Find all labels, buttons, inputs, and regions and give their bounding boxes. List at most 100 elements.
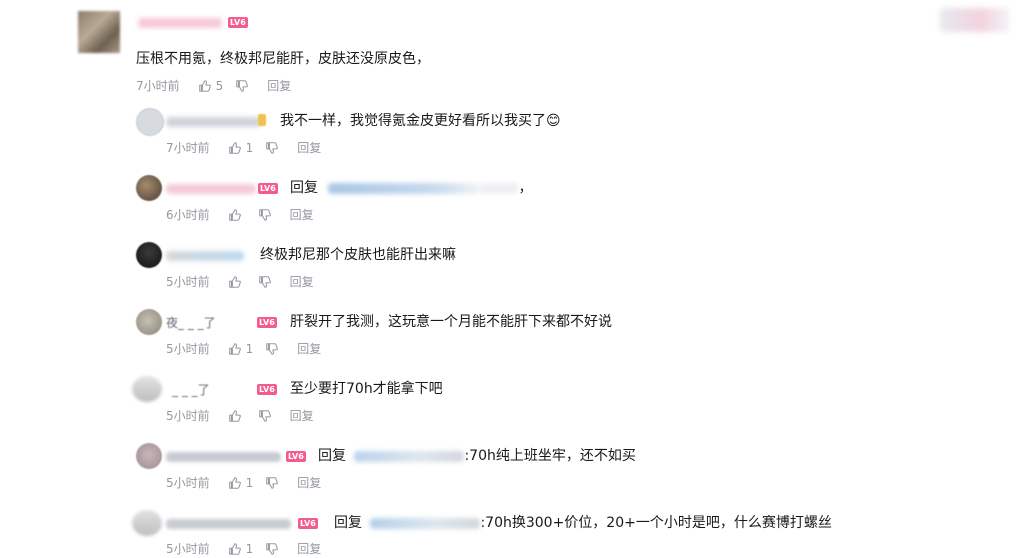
like-button[interactable]: 5 (198, 79, 224, 93)
username-blurred[interactable] (166, 452, 281, 462)
reply-button[interactable]: 回复 (297, 342, 321, 356)
reply-time: 5小时前 (166, 409, 210, 423)
username-blurred[interactable] (166, 117, 261, 127)
like-count: 1 (245, 542, 254, 556)
reply-meta: 5小时前 回复 (166, 275, 314, 289)
dislike-button[interactable] (265, 542, 279, 556)
reply-button[interactable]: 回复 (297, 476, 321, 490)
like-count: 1 (245, 476, 254, 490)
reply-button[interactable]: 回复 (297, 141, 321, 155)
reply-text-content: :70h纯上班坐牢，还不如买 (464, 448, 636, 464)
like-button[interactable]: 1 (228, 141, 254, 155)
level-badge: LV6 (286, 451, 306, 462)
level-badge: LV6 (258, 183, 278, 194)
avatar[interactable] (132, 376, 162, 402)
username[interactable]: _ _ _了 (172, 381, 210, 398)
dislike-button[interactable] (258, 208, 272, 222)
avatar[interactable] (78, 11, 120, 53)
dislike-button[interactable] (235, 79, 249, 93)
reply-prefix: 回复 (318, 448, 346, 464)
like-button[interactable]: 1 (228, 476, 254, 490)
avatar[interactable] (136, 443, 162, 469)
comment-text: 压根不用氪，终极邦尼能肝，皮肤还没原皮色， (136, 51, 430, 67)
reply-text: 肝裂开了我测，这玩意一个月能不能肝下来都不好说 (290, 314, 612, 330)
username-blurred[interactable] (166, 251, 244, 261)
reply-time: 5小时前 (166, 542, 210, 556)
thumbs-up-icon (228, 142, 241, 154)
reply-button[interactable]: 回复 (290, 409, 314, 423)
thumbs-up-icon (228, 276, 241, 288)
thumbs-up-icon (228, 343, 241, 355)
reply-button[interactable]: 回复 (297, 542, 321, 556)
username-blurred[interactable] (138, 18, 222, 28)
thumbs-down-icon (266, 477, 279, 489)
thumbs-up-icon (228, 410, 241, 422)
like-button[interactable] (228, 275, 246, 289)
thumbs-down-icon (258, 276, 271, 288)
reply-text-content: 我不一样，我觉得氪金皮更好看所以我买了 (280, 113, 546, 129)
like-button[interactable]: 1 (228, 342, 254, 356)
like-button[interactable] (228, 409, 246, 423)
reply-meta: 5小时前 回复 (166, 409, 314, 423)
reply-text-content: ， (518, 180, 533, 196)
avatar[interactable] (136, 309, 162, 335)
like-count: 1 (245, 342, 254, 356)
reply-meta: 5小时前 1 回复 (166, 342, 321, 356)
reply-text: 我不一样，我觉得氪金皮更好看所以我买了😊 (280, 112, 561, 130)
comment-meta: 7小时前 5 回复 (136, 79, 291, 93)
username[interactable]: 夜_ _ _了 (166, 314, 216, 331)
avatar[interactable] (136, 108, 164, 136)
dislike-button[interactable] (265, 141, 279, 155)
reply-prefix: 回复 (334, 515, 362, 531)
mention-blurred[interactable] (370, 517, 481, 529)
level-badge: LV6 (257, 317, 277, 328)
avatar[interactable] (136, 242, 162, 268)
like-count: 1 (245, 141, 254, 155)
like-count: 5 (215, 79, 224, 93)
reply-prefix: 回复 (290, 180, 318, 196)
thumbs-down-icon (236, 80, 249, 92)
reply-text: 回复 :70h纯上班坐牢，还不如买 (318, 447, 636, 465)
comment-time: 7小时前 (136, 79, 180, 93)
username-blurred[interactable] (166, 519, 291, 529)
thumbs-down-icon (258, 209, 271, 221)
reply-text: 终极邦尼那个皮肤也能肝出来嘛 (260, 247, 456, 263)
thumbs-down-icon (266, 343, 279, 355)
avatar[interactable] (136, 175, 162, 201)
reply-button[interactable]: 回复 (290, 208, 314, 222)
reply-time: 5小时前 (166, 342, 210, 356)
reply-text: 回复 :70h换300+价位，20+一个小时是吧，什么赛博打螺丝 (334, 514, 832, 532)
like-button[interactable]: 1 (228, 542, 254, 556)
reply-time: 7小时前 (166, 141, 210, 155)
dislike-button[interactable] (265, 342, 279, 356)
mention-blurred-tail (478, 182, 519, 194)
avatar[interactable] (132, 510, 162, 536)
reply-text: 回复 ， (290, 179, 532, 197)
reply-meta: 7小时前 1 回复 (166, 141, 321, 155)
mention-blurred[interactable] (328, 182, 479, 194)
username-blurred[interactable] (166, 184, 256, 194)
reply-button[interactable]: 回复 (267, 79, 291, 93)
thumbs-up-icon (228, 477, 241, 489)
like-button[interactable] (228, 208, 246, 222)
dislike-button[interactable] (258, 409, 272, 423)
thumbs-down-icon (266, 142, 279, 154)
reply-time: 5小时前 (166, 275, 210, 289)
reply-meta: 6小时前 回复 (166, 208, 314, 222)
level-badge: LV6 (228, 17, 248, 28)
dislike-button[interactable] (258, 275, 272, 289)
mention-blurred[interactable] (354, 450, 465, 462)
dislike-button[interactable] (265, 476, 279, 490)
thumbs-down-icon (266, 543, 279, 555)
reply-button[interactable]: 回复 (290, 275, 314, 289)
reply-text: 至少要打70h才能拿下吧 (290, 381, 443, 397)
thumbs-up-icon (198, 80, 211, 92)
blurred-region (940, 8, 1010, 32)
reply-time: 5小时前 (166, 476, 210, 490)
thumbs-up-icon (228, 543, 241, 555)
level-badge: LV6 (298, 518, 318, 529)
reply-meta: 5小时前 1 回复 (166, 476, 321, 490)
reply-time: 6小时前 (166, 208, 210, 222)
thumbs-down-icon (258, 410, 271, 422)
thumbs-up-icon (228, 209, 241, 221)
